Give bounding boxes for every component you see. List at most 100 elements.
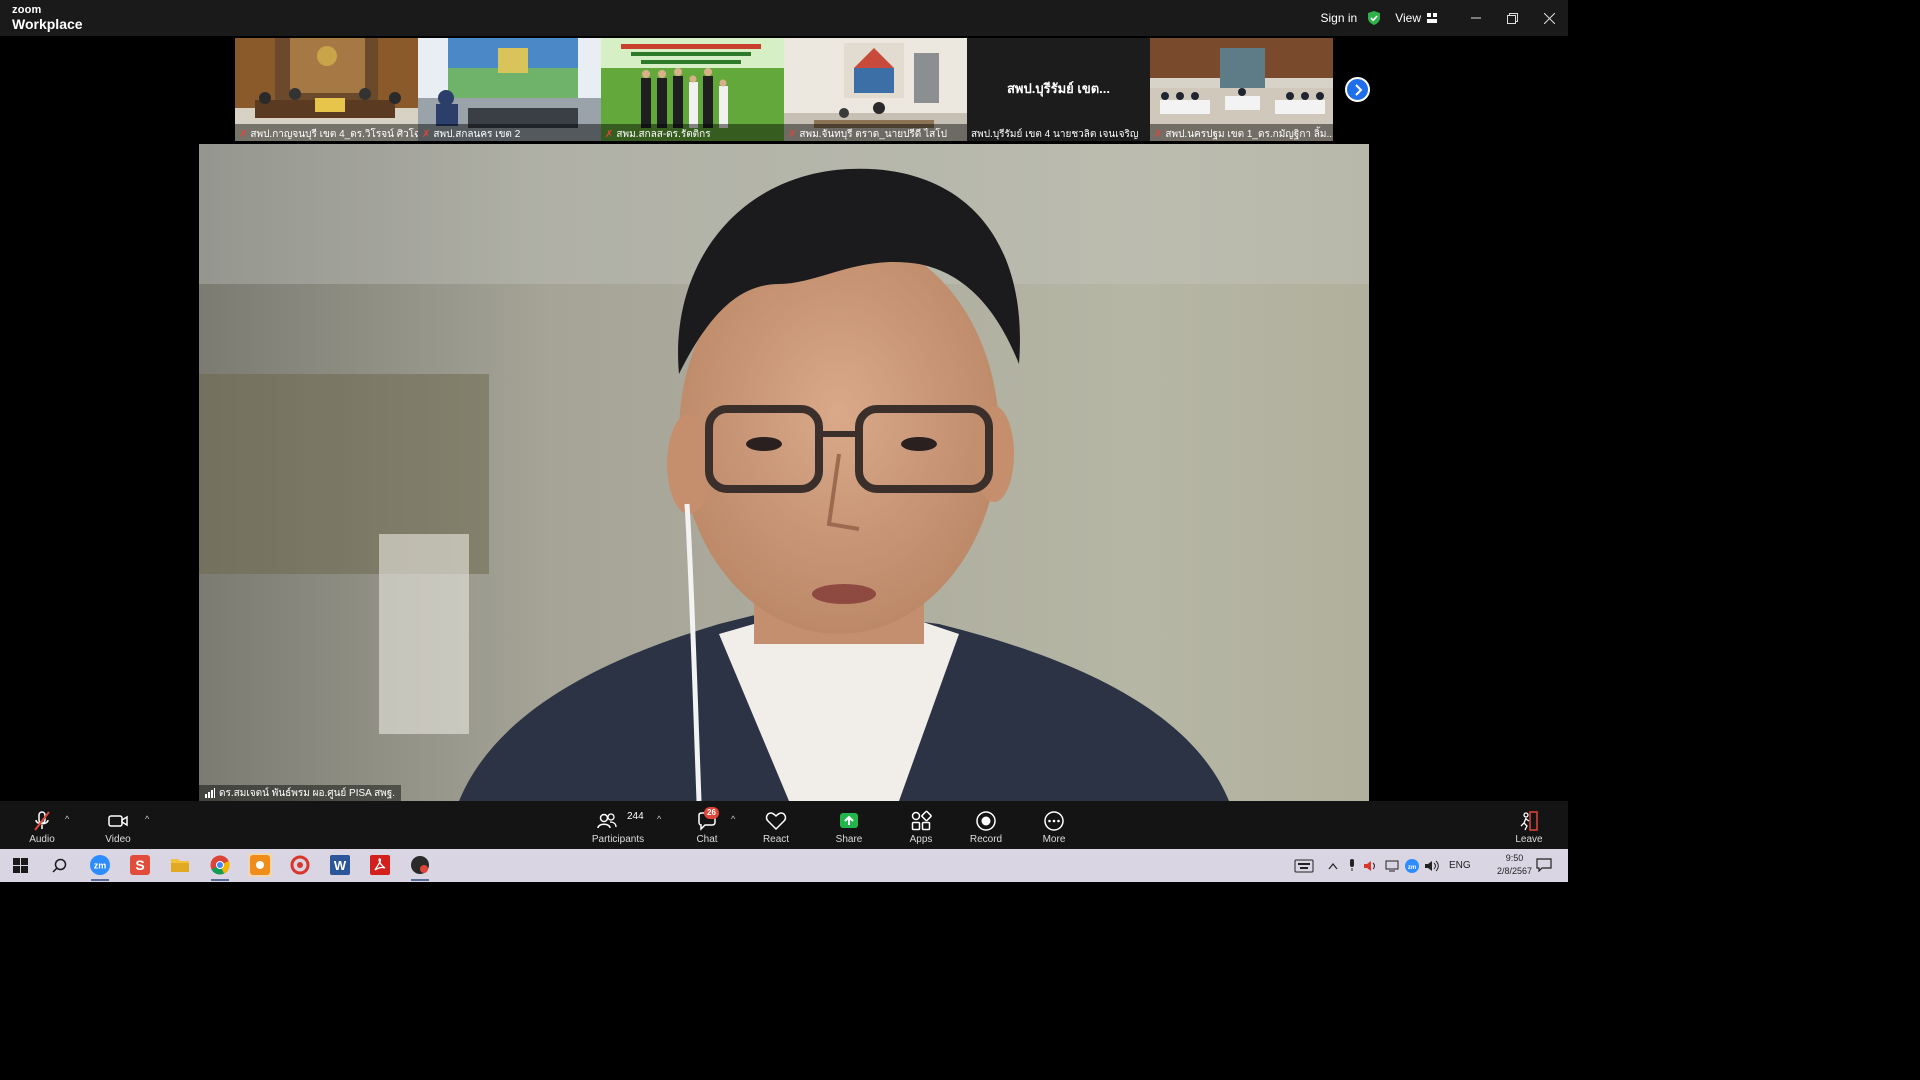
more-button[interactable]: More xyxy=(1036,801,1072,849)
grid-icon xyxy=(1427,13,1437,23)
mic-muted-icon xyxy=(34,811,50,831)
active-indicator xyxy=(411,879,429,881)
speaker-name-text: ดร.สมเจตน์ พันธ์พรม ผอ.ศูนย์ PISA สพฐ. xyxy=(219,787,396,799)
minimize-button[interactable] xyxy=(1457,0,1494,36)
participant-tile[interactable]: ✗ สพป.กาญจนบุรี เขต 4_ดร.วิโรจน์ ศิวโฉม xyxy=(235,38,418,141)
volume-icon[interactable] xyxy=(1425,860,1439,872)
taskbar-red-app[interactable] xyxy=(288,853,312,877)
close-button[interactable] xyxy=(1531,0,1568,36)
keyboard-icon[interactable] xyxy=(1294,859,1314,873)
search-button[interactable] xyxy=(47,853,71,877)
acrobat-icon xyxy=(370,855,390,875)
microphone-icon[interactable] xyxy=(1348,859,1356,872)
more-options-icon xyxy=(1044,811,1064,831)
audio-label: Audio xyxy=(29,834,55,845)
leave-label: Leave xyxy=(1515,834,1543,845)
notification-icon xyxy=(1536,858,1552,872)
system-tray: zm ENG xyxy=(1294,849,1471,882)
participants-options-caret[interactable]: ^ xyxy=(657,814,661,824)
record-button[interactable]: Record xyxy=(966,801,1006,849)
participant-name: สพป.บุรีรัมย์ เขต 4 นายชวลิต เจนเจริญ xyxy=(967,124,1150,141)
taskbar-dark-app[interactable] xyxy=(408,853,432,881)
video-options-caret[interactable]: ^ xyxy=(145,814,149,824)
s-app-icon: S xyxy=(130,855,150,875)
participant-name-text: สพม.จันทบุรี ตราด_นายปรีดี ไสโป xyxy=(799,128,947,140)
participant-name-text: สพป.กาญจนบุรี เขต 4_ดร.วิโรจน์ ศิวโฉม xyxy=(250,128,418,140)
react-button[interactable]: React xyxy=(759,801,793,849)
gallery-next-button[interactable] xyxy=(1345,77,1370,102)
taskbar-file-explorer[interactable] xyxy=(168,853,192,877)
participant-tile[interactable]: ✗ สพป.นครปฐม เขต 1_ดร.กมัญฐิกา ลิ้ม... xyxy=(1150,38,1333,141)
apps-label: Apps xyxy=(909,834,933,845)
taskbar-app-s[interactable]: S xyxy=(128,853,152,877)
participant-name: ✗ สพป.กาญจนบุรี เขต 4_ดร.วิโรจน์ ศิวโฉม xyxy=(235,124,418,141)
windows-logo-icon xyxy=(12,857,28,873)
participant-name-text: สพป.บุรีรัมย์ เขต 4 นายชวลิต เจนเจริญ xyxy=(971,128,1139,140)
sign-in-button[interactable]: Sign in xyxy=(1321,11,1358,25)
participants-icon xyxy=(597,813,617,829)
participant-name-text: สพป.นครปฐม เขต 1_ดร.กมัญฐิกา ลิ้ม... xyxy=(1165,128,1333,140)
speaker-video[interactable]: ดร.สมเจตน์ พันธ์พรม ผอ.ศูนย์ PISA สพฐ. xyxy=(199,144,1369,801)
more-label: More xyxy=(1042,834,1066,845)
record-icon xyxy=(976,811,996,831)
participants-label: Participants xyxy=(591,834,645,845)
start-button[interactable] xyxy=(8,853,32,877)
participant-name-text: สพป.สกลนคร เขต 2 xyxy=(433,128,521,140)
share-label: Share xyxy=(835,834,863,845)
speaker-small-icon[interactable] xyxy=(1364,860,1377,872)
language-indicator[interactable]: ENG xyxy=(1449,860,1471,871)
video-camera-icon xyxy=(108,815,128,827)
audio-button[interactable]: Audio xyxy=(22,801,62,849)
participant-name-text: สพม.สกลส-ดร.รัตติกร xyxy=(616,128,711,140)
chat-options-caret[interactable]: ^ xyxy=(731,814,735,824)
participant-name: ✗ สพป.นครปฐม เขต 1_ดร.กมัญฐิกา ลิ้ม... xyxy=(1150,124,1333,141)
taskbar-chrome[interactable] xyxy=(208,853,232,881)
video-button[interactable]: Video xyxy=(98,801,138,849)
system-clock[interactable]: 9:50 2/8/2567 xyxy=(1497,852,1532,878)
share-button[interactable]: Share xyxy=(832,801,866,849)
share-screen-icon xyxy=(840,813,858,828)
participants-button[interactable]: 244 Participants xyxy=(588,801,648,849)
clock-date: 2/8/2567 xyxy=(1496,866,1532,876)
view-label: View xyxy=(1395,11,1421,25)
encryption-shield-icon[interactable] xyxy=(1367,11,1381,25)
folder-icon xyxy=(171,859,189,872)
react-label: React xyxy=(762,834,790,845)
apps-button[interactable]: Apps xyxy=(904,801,938,849)
clock-time: 9:50 xyxy=(1505,853,1524,863)
taskbar-acrobat[interactable] xyxy=(368,853,392,877)
participant-tile[interactable]: สพป.บุรีรัมย์ เขต... สพป.บุรีรัมย์ เขต 4… xyxy=(967,38,1150,141)
chevron-right-icon xyxy=(1354,83,1362,96)
participant-tile[interactable]: ✗ สพม.จันทบุรี ตราด_นายปรีดี ไสโป xyxy=(784,38,967,141)
audio-options-caret[interactable]: ^ xyxy=(65,814,69,824)
chevron-up-icon[interactable] xyxy=(1328,862,1338,870)
restore-icon xyxy=(1507,12,1518,24)
notifications-button[interactable] xyxy=(1532,853,1556,877)
taskbar-zoom-app[interactable]: zm xyxy=(88,853,112,881)
svg-text:zm: zm xyxy=(1408,865,1416,871)
view-button[interactable]: View xyxy=(1395,11,1437,25)
red-circle-app-icon xyxy=(290,855,310,875)
record-label: Record xyxy=(969,834,1003,845)
active-indicator xyxy=(91,879,109,881)
restore-button[interactable] xyxy=(1494,0,1531,36)
signal-strength-icon xyxy=(205,788,215,798)
participant-tile[interactable]: ✗ สพม.สกลส-ดร.รัตติกร xyxy=(601,38,784,141)
heart-icon xyxy=(765,812,787,831)
network-icon[interactable] xyxy=(1385,860,1399,872)
apps-icon xyxy=(911,810,932,831)
svg-text:zm: zm xyxy=(94,861,107,871)
participant-display-name: สพป.บุรีรัมย์ เขต... xyxy=(1007,81,1110,96)
chrome-icon xyxy=(210,855,230,875)
taskbar-orange-app[interactable] xyxy=(248,853,272,877)
leave-button[interactable]: Leave xyxy=(1510,801,1548,849)
mic-muted-icon: ✗ xyxy=(1154,128,1163,140)
mic-muted-icon: ✗ xyxy=(788,128,797,140)
chat-button[interactable]: 26 Chat xyxy=(690,801,724,849)
zoom-tray-icon[interactable]: zm xyxy=(1405,858,1419,873)
mic-muted-icon: ✗ xyxy=(422,128,431,140)
participant-tile[interactable]: ✗ สพป.สกลนคร เขต 2 xyxy=(418,38,601,141)
taskbar-word[interactable]: W xyxy=(328,853,352,877)
title-bar: zoom Workplace Sign in View xyxy=(0,0,1568,36)
chat-unread-badge: 26 xyxy=(704,807,719,819)
